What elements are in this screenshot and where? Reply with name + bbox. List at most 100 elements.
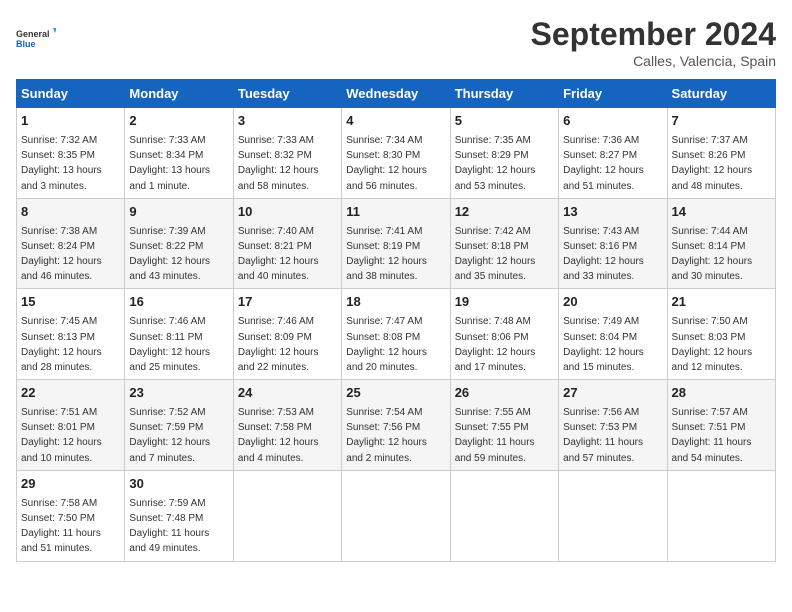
day-number: 17 — [238, 293, 337, 312]
table-row: 13Sunrise: 7:43 AMSunset: 8:16 PMDayligh… — [559, 198, 667, 289]
day-info: Sunrise: 7:35 AMSunset: 8:29 PMDaylight:… — [455, 135, 536, 192]
day-info: Sunrise: 7:37 AMSunset: 8:26 PMDaylight:… — [672, 135, 753, 192]
col-header-thursday: Thursday — [450, 80, 558, 108]
day-info: Sunrise: 7:33 AMSunset: 8:32 PMDaylight:… — [238, 135, 319, 192]
day-info: Sunrise: 7:32 AMSunset: 8:35 PMDaylight:… — [21, 135, 102, 192]
day-info: Sunrise: 7:47 AMSunset: 8:08 PMDaylight:… — [346, 316, 427, 373]
table-row: 3 Sunrise: 7:33 AMSunset: 8:32 PMDaylight… — [233, 108, 341, 199]
table-row: 29Sunrise: 7:58 AMSunset: 7:50 PMDayligh… — [17, 470, 125, 561]
day-info: Sunrise: 7:36 AMSunset: 8:27 PMDaylight:… — [563, 135, 644, 192]
day-number: 28 — [672, 384, 771, 403]
table-row: 18 Sunrise: 7:47 AMSunset: 8:08 PMDayligh… — [342, 289, 450, 380]
day-info: Sunrise: 7:40 AMSunset: 8:21 PMDaylight:… — [238, 226, 319, 283]
day-info: Sunrise: 7:59 AMSunset: 7:48 PMDaylight:… — [129, 498, 209, 555]
day-info: Sunrise: 7:33 AMSunset: 8:34 PMDaylight:… — [129, 135, 210, 192]
table-row: 2 Sunrise: 7:33 AMSunset: 8:34 PMDaylight… — [125, 108, 233, 199]
table-row: 27 Sunrise: 7:56 AMSunset: 7:53 PMDayligh… — [559, 380, 667, 471]
day-info: Sunrise: 7:38 AMSunset: 8:24 PMDaylight:… — [21, 226, 102, 283]
day-number: 20 — [563, 293, 662, 312]
calendar-week-2: 8 Sunrise: 7:38 AMSunset: 8:24 PMDaylight… — [17, 198, 776, 289]
svg-text:General: General — [16, 29, 50, 39]
day-number: 26 — [455, 384, 554, 403]
table-row: 9Sunrise: 7:39 AMSunset: 8:22 PMDaylight… — [125, 198, 233, 289]
location-title: Calles, Valencia, Spain — [531, 53, 776, 69]
col-header-wednesday: Wednesday — [342, 80, 450, 108]
day-number: 27 — [563, 384, 662, 403]
table-row: 20 Sunrise: 7:49 AMSunset: 8:04 PMDayligh… — [559, 289, 667, 380]
svg-text:Blue: Blue — [16, 39, 36, 49]
day-info: Sunrise: 7:44 AMSunset: 8:14 PMDaylight:… — [672, 226, 753, 283]
day-number: 30 — [129, 475, 228, 494]
day-info: Sunrise: 7:43 AMSunset: 8:16 PMDaylight:… — [563, 226, 644, 283]
table-row: 26Sunrise: 7:55 AMSunset: 7:55 PMDayligh… — [450, 380, 558, 471]
table-row: 21Sunrise: 7:50 AMSunset: 8:03 PMDayligh… — [667, 289, 775, 380]
logo-svg: General Blue — [16, 16, 56, 60]
day-number: 21 — [672, 293, 771, 312]
col-header-tuesday: Tuesday — [233, 80, 341, 108]
day-info: Sunrise: 7:51 AMSunset: 8:01 PMDaylight:… — [21, 407, 102, 464]
day-number: 18 — [346, 293, 445, 312]
col-header-monday: Monday — [125, 80, 233, 108]
day-info: Sunrise: 7:46 AMSunset: 8:09 PMDaylight:… — [238, 316, 319, 373]
day-number: 10 — [238, 203, 337, 222]
table-row: 11Sunrise: 7:41 AMSunset: 8:19 PMDayligh… — [342, 198, 450, 289]
col-header-saturday: Saturday — [667, 80, 775, 108]
day-number: 11 — [346, 203, 445, 222]
table-row: 5 Sunrise: 7:35 AMSunset: 8:29 PMDaylight… — [450, 108, 558, 199]
day-info: Sunrise: 7:42 AMSunset: 8:18 PMDaylight:… — [455, 226, 536, 283]
day-number: 16 — [129, 293, 228, 312]
col-header-sunday: Sunday — [17, 80, 125, 108]
day-number: 1 — [21, 112, 120, 131]
day-number: 3 — [238, 112, 337, 131]
day-info: Sunrise: 7:34 AMSunset: 8:30 PMDaylight:… — [346, 135, 427, 192]
table-row: 15 Sunrise: 7:45 AMSunset: 8:13 PMDayligh… — [17, 289, 125, 380]
table-row: 14 Sunrise: 7:44 AMSunset: 8:14 PMDayligh… — [667, 198, 775, 289]
table-row: 25 Sunrise: 7:54 AMSunset: 7:56 PMDayligh… — [342, 380, 450, 471]
day-number: 14 — [672, 203, 771, 222]
table-row: 8 Sunrise: 7:38 AMSunset: 8:24 PMDaylight… — [17, 198, 125, 289]
table-row: 28 Sunrise: 7:57 AMSunset: 7:51 PMDayligh… — [667, 380, 775, 471]
col-header-friday: Friday — [559, 80, 667, 108]
title-area: September 2024 Calles, Valencia, Spain — [531, 16, 776, 69]
day-number: 5 — [455, 112, 554, 131]
day-number: 6 — [563, 112, 662, 131]
day-info: Sunrise: 7:53 AMSunset: 7:58 PMDaylight:… — [238, 407, 319, 464]
day-info: Sunrise: 7:52 AMSunset: 7:59 PMDaylight:… — [129, 407, 210, 464]
day-info: Sunrise: 7:45 AMSunset: 8:13 PMDaylight:… — [21, 316, 102, 373]
calendar-week-3: 15 Sunrise: 7:45 AMSunset: 8:13 PMDayligh… — [17, 289, 776, 380]
day-number: 15 — [21, 293, 120, 312]
table-row — [450, 470, 558, 561]
table-row: 22Sunrise: 7:51 AMSunset: 8:01 PMDayligh… — [17, 380, 125, 471]
day-info: Sunrise: 7:48 AMSunset: 8:06 PMDaylight:… — [455, 316, 536, 373]
table-row: 1 Sunrise: 7:32 AMSunset: 8:35 PMDaylight… — [17, 108, 125, 199]
day-info: Sunrise: 7:54 AMSunset: 7:56 PMDaylight:… — [346, 407, 427, 464]
day-number: 2 — [129, 112, 228, 131]
day-number: 8 — [21, 203, 120, 222]
day-info: Sunrise: 7:57 AMSunset: 7:51 PMDaylight:… — [672, 407, 752, 464]
page-header: General Blue September 2024 Calles, Vale… — [16, 16, 776, 69]
table-row — [667, 470, 775, 561]
day-number: 25 — [346, 384, 445, 403]
table-row: 4 Sunrise: 7:34 AMSunset: 8:30 PMDaylight… — [342, 108, 450, 199]
table-row: 24 Sunrise: 7:53 AMSunset: 7:58 PMDayligh… — [233, 380, 341, 471]
day-number: 4 — [346, 112, 445, 131]
table-row: 17 Sunrise: 7:46 AMSunset: 8:09 PMDayligh… — [233, 289, 341, 380]
day-number: 24 — [238, 384, 337, 403]
day-number: 19 — [455, 293, 554, 312]
table-row: 7Sunrise: 7:37 AMSunset: 8:26 PMDaylight… — [667, 108, 775, 199]
day-number: 23 — [129, 384, 228, 403]
day-number: 9 — [129, 203, 228, 222]
day-info: Sunrise: 7:56 AMSunset: 7:53 PMDaylight:… — [563, 407, 643, 464]
table-row: 10 Sunrise: 7:40 AMSunset: 8:21 PMDayligh… — [233, 198, 341, 289]
table-row: 23 Sunrise: 7:52 AMSunset: 7:59 PMDayligh… — [125, 380, 233, 471]
day-number: 29 — [21, 475, 120, 494]
day-info: Sunrise: 7:46 AMSunset: 8:11 PMDaylight:… — [129, 316, 210, 373]
logo: General Blue — [16, 16, 56, 60]
calendar-header-row: SundayMondayTuesdayWednesdayThursdayFrid… — [17, 80, 776, 108]
table-row — [233, 470, 341, 561]
day-info: Sunrise: 7:49 AMSunset: 8:04 PMDaylight:… — [563, 316, 644, 373]
table-row: 12Sunrise: 7:42 AMSunset: 8:18 PMDayligh… — [450, 198, 558, 289]
table-row: 30 Sunrise: 7:59 AMSunset: 7:48 PMDayligh… — [125, 470, 233, 561]
calendar-week-1: 1 Sunrise: 7:32 AMSunset: 8:35 PMDaylight… — [17, 108, 776, 199]
month-title: September 2024 — [531, 16, 776, 53]
